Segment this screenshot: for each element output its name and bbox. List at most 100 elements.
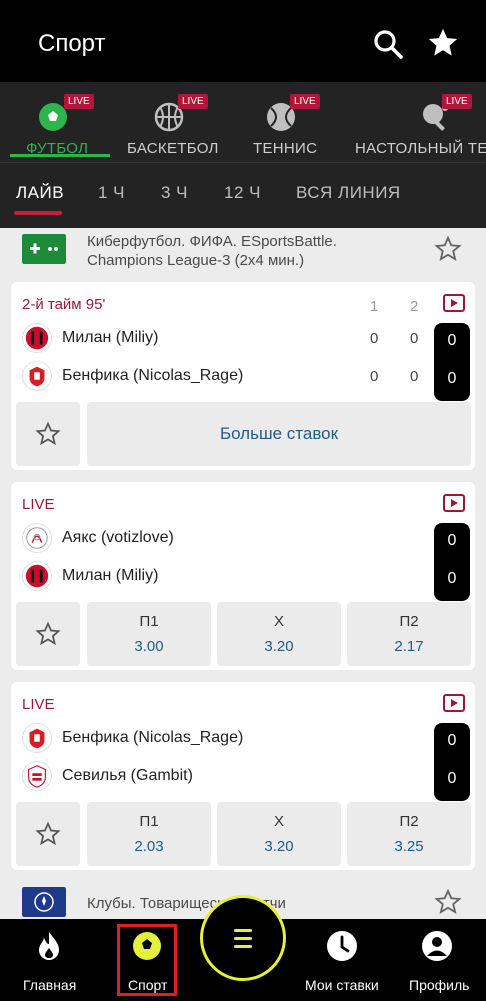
nav-profile[interactable]: Профиль [404,919,474,1001]
active-tab-indicator [10,154,110,157]
score-period-2: 0 [410,368,419,385]
total-score-box: 0 0 [434,723,470,801]
team-row: Милан (Miliy) 0 0 [22,323,442,357]
champions-league-icon [22,887,66,917]
odds-button-x[interactable]: X 3.20 [217,802,341,866]
favorite-star-icon[interactable] [434,888,462,916]
filter-live[interactable]: ЛАЙВ [16,183,64,203]
period-1-header: 1 [370,298,379,315]
favorites-star-icon[interactable] [426,26,460,60]
odds-button-p2[interactable]: П2 2.17 [347,602,471,666]
team-row: Севилья (Gambit) [22,761,442,795]
flame-icon [39,932,59,960]
home-total: 0 [447,732,457,749]
tab-table-tennis[interactable]: LIVE НАСТОЛЬНЫЙ ТЕННИС [350,82,486,162]
video-play-icon[interactable] [443,294,465,312]
league-name: Киберфутбол. ФИФА. ESportsBattle. [87,233,337,250]
odds-button-p2[interactable]: П2 3.25 [347,802,471,866]
star-outline-icon [35,621,61,646]
match-status: 2-й тайм 95' [22,296,106,313]
odds-button-p1[interactable]: П1 3.00 [87,602,211,666]
team-name: Милан (Miliy) [62,329,159,346]
more-bets-button[interactable]: Больше ставок [87,402,471,466]
filter-all-line[interactable]: ВСЯ ЛИНИЯ [296,183,401,203]
benfica-logo-icon [22,361,52,391]
milan-logo-icon [22,561,52,591]
ajax-logo-icon [22,523,52,553]
favorite-button[interactable] [16,802,80,866]
filter-12h[interactable]: 12 Ч [224,183,261,203]
odds-value: 2.17 [394,638,424,655]
video-play-icon[interactable] [443,694,465,712]
top-app-bar: Спорт [0,0,486,82]
live-badge: LIVE [178,94,208,109]
nav-sport-highlight [117,924,177,996]
odds-label: X [273,613,284,630]
odds-label: П1 [139,813,159,830]
match-card[interactable]: LIVE Бенфика (Nicolas_Rage) Севилья (Gam… [11,682,475,870]
tab-label: БАСКЕТБОЛ [127,140,219,157]
home-total: 0 [447,332,457,349]
favorite-button[interactable] [16,402,80,466]
odds-value: 3.20 [264,638,294,655]
league-header[interactable]: Киберфутбол. ФИФА. ESportsBattle. Champi… [0,228,486,278]
score-period-1: 0 [370,330,379,347]
live-badge: LIVE [64,94,94,109]
esports-gamepad-icon [22,234,66,264]
star-outline-icon [35,821,61,846]
away-total: 0 [447,570,457,587]
team-row: Бенфика (Nicolas_Rage) [22,723,442,757]
odds-label: П2 [399,813,419,830]
tab-label: ТЕННИС [253,140,318,157]
nav-my-bets[interactable]: Мои ставки [302,919,382,1001]
league-subname: Champions League-3 (2x4 мин.) [87,252,305,269]
favorite-star-icon[interactable] [434,235,462,263]
team-row: Бенфика (Nicolas_Rage) 0 0 [22,361,442,395]
away-total: 0 [447,770,457,787]
star-outline-icon [35,421,61,446]
sport-tabs: LIVE ФУТБОЛ LIVE БАСКЕТБОЛ LIVE ТЕННИС L… [0,82,486,162]
tab-basketball[interactable]: LIVE БАСКЕТБОЛ [120,82,220,162]
team-name: Бенфика (Nicolas_Rage) [62,367,244,384]
time-filter-tabs: ЛАЙВ 1 Ч 3 Ч 12 Ч ВСЯ ЛИНИЯ [0,162,486,228]
odds-value: 3.25 [394,838,424,855]
nav-home[interactable]: Главная [14,919,84,1001]
score-period-1: 0 [370,368,379,385]
nav-my-bets-label: Мои ставки [305,977,379,993]
match-card[interactable]: 2-й тайм 95' 1 2 Милан (Miliy) 0 0 Бенфи… [11,282,475,470]
odds-value: 3.00 [134,638,164,655]
user-profile-icon [422,931,452,961]
odds-label: X [273,813,284,830]
odds-button-x[interactable]: X 3.20 [217,602,341,666]
filter-1h[interactable]: 1 Ч [98,183,125,203]
total-score-box: 0 0 [434,523,470,601]
match-card[interactable]: LIVE Аякс (votizlove) Милан (Miliy) 0 0 … [11,482,475,670]
tab-tennis[interactable]: LIVE ТЕННИС [240,82,320,162]
away-total: 0 [447,370,457,387]
odds-label: П2 [399,613,419,630]
odds-value: 2.03 [134,838,164,855]
live-badge: LIVE [290,94,320,109]
betslip-menu-button[interactable] [200,895,286,981]
odds-button-p1[interactable]: П1 2.03 [87,802,211,866]
benfica-logo-icon [22,723,52,753]
filter-3h[interactable]: 3 Ч [161,183,188,203]
match-status: LIVE [22,696,55,713]
nav-home-label: Главная [23,977,77,993]
search-icon[interactable] [372,28,404,60]
milan-logo-icon [22,323,52,353]
team-row: Милан (Miliy) [22,561,442,595]
team-name: Бенфика (Nicolas_Rage) [62,729,244,746]
page-title: Спорт [38,30,106,57]
video-play-icon[interactable] [443,494,465,512]
favorite-button[interactable] [16,602,80,666]
team-name: Милан (Miliy) [62,567,159,584]
odds-label: П1 [139,613,159,630]
more-bets-label: Больше ставок [219,424,339,443]
sevilla-logo-icon [22,761,52,791]
active-filter-indicator [14,211,62,215]
odds-value: 3.20 [264,838,294,855]
live-badge: LIVE [442,94,472,109]
tab-football[interactable]: LIVE ФУТБОЛ [0,82,110,162]
team-row: Аякс (votizlove) [22,523,442,557]
